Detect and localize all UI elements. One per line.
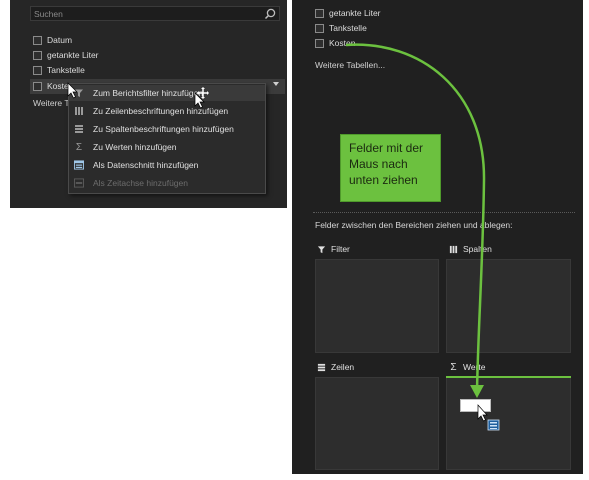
context-menu: Zum Berichtsfilter hinzufügen Zu Zeilenb… xyxy=(68,83,266,194)
annotation-callout: Felder mit der Maus nach unten ziehen xyxy=(340,134,441,202)
field-checkbox[interactable] xyxy=(33,35,42,45)
dragged-field-card xyxy=(460,399,491,412)
field-checkbox[interactable] xyxy=(33,81,42,91)
field-item[interactable]: getankte Liter xyxy=(33,48,99,62)
values-drop-area[interactable] xyxy=(446,377,571,470)
columns-icon xyxy=(449,245,458,254)
field-label: getankte Liter xyxy=(47,50,99,60)
area-header-filter: Filter xyxy=(317,244,350,254)
search-field[interactable]: Suchen xyxy=(30,6,280,21)
field-item-kosten[interactable]: Kosten xyxy=(315,36,355,50)
columns-drop-area[interactable] xyxy=(446,259,571,353)
values-drop-indicator xyxy=(446,376,571,378)
menu-item-label: Als Zeitachse hinzufügen xyxy=(93,178,188,188)
field-label: Kosten xyxy=(329,38,356,48)
menu-item-add-as-slicer[interactable]: Als Datenschnitt hinzufügen xyxy=(69,157,265,173)
field-checkbox[interactable] xyxy=(33,65,42,75)
field-checkbox[interactable] xyxy=(33,50,42,60)
field-checkbox[interactable] xyxy=(315,38,324,48)
field-item[interactable]: Datum xyxy=(33,33,72,47)
menu-item-label: Zu Werten hinzufügen xyxy=(93,142,177,152)
field-label: getankte Liter xyxy=(329,8,381,18)
section-divider xyxy=(313,212,575,213)
area-label: Zeilen xyxy=(331,362,355,372)
more-tables-link[interactable]: Weitere T xyxy=(33,98,70,108)
menu-item-label: Zu Spaltenbeschriftungen hinzufügen xyxy=(93,124,234,134)
menu-item-add-as-timeline: Als Zeitachse hinzufügen xyxy=(69,175,265,191)
field-item[interactable]: Tankstelle xyxy=(315,21,367,35)
areas-hint: Felder zwischen den Bereichen ziehen und… xyxy=(315,220,513,230)
area-label: Spalten xyxy=(463,244,492,254)
columns-icon xyxy=(74,124,84,134)
filter-icon xyxy=(74,88,84,98)
field-label: Tankstelle xyxy=(47,65,85,75)
rows-icon xyxy=(74,106,84,116)
field-label: Tankstelle xyxy=(329,23,367,33)
rows-icon xyxy=(317,363,326,372)
field-item[interactable]: getankte Liter xyxy=(315,6,381,20)
field-item[interactable]: Tankstelle xyxy=(33,63,85,77)
filter-icon xyxy=(317,245,326,254)
area-label: Werte xyxy=(463,362,486,372)
sigma-icon: Σ xyxy=(75,141,83,153)
area-label: Filter xyxy=(331,244,350,254)
menu-item-label: Zum Berichtsfilter hinzufügen xyxy=(93,88,204,98)
menu-item-add-to-values[interactable]: Σ Zu Werten hinzufügen xyxy=(69,139,265,155)
menu-item-label: Zu Zeilenbeschriftungen hinzufügen xyxy=(93,106,229,116)
area-header-rows: Zeilen xyxy=(317,362,354,372)
field-checkbox[interactable] xyxy=(315,8,324,18)
timeline-icon xyxy=(74,178,84,188)
more-tables-link[interactable]: Weitere Tabellen... xyxy=(315,60,385,70)
field-checkbox[interactable] xyxy=(315,23,324,33)
slicer-icon xyxy=(74,160,84,170)
rows-drop-area[interactable] xyxy=(315,377,439,470)
search-placeholder: Suchen xyxy=(34,9,63,19)
filter-drop-area[interactable] xyxy=(315,259,439,353)
menu-item-add-to-column-labels[interactable]: Zu Spaltenbeschriftungen hinzufügen xyxy=(69,121,265,137)
area-header-values: Σ Werte xyxy=(449,361,486,373)
search-icon[interactable] xyxy=(264,8,276,22)
field-label: Datum xyxy=(47,35,73,45)
sigma-icon: Σ xyxy=(450,361,457,373)
menu-item-add-to-report-filter[interactable]: Zum Berichtsfilter hinzufügen xyxy=(69,85,265,101)
chevron-down-icon[interactable] xyxy=(273,82,279,86)
area-header-columns: Spalten xyxy=(449,244,492,254)
menu-item-label: Als Datenschnitt hinzufügen xyxy=(93,160,199,170)
menu-item-add-to-row-labels[interactable]: Zu Zeilenbeschriftungen hinzufügen xyxy=(69,103,265,119)
